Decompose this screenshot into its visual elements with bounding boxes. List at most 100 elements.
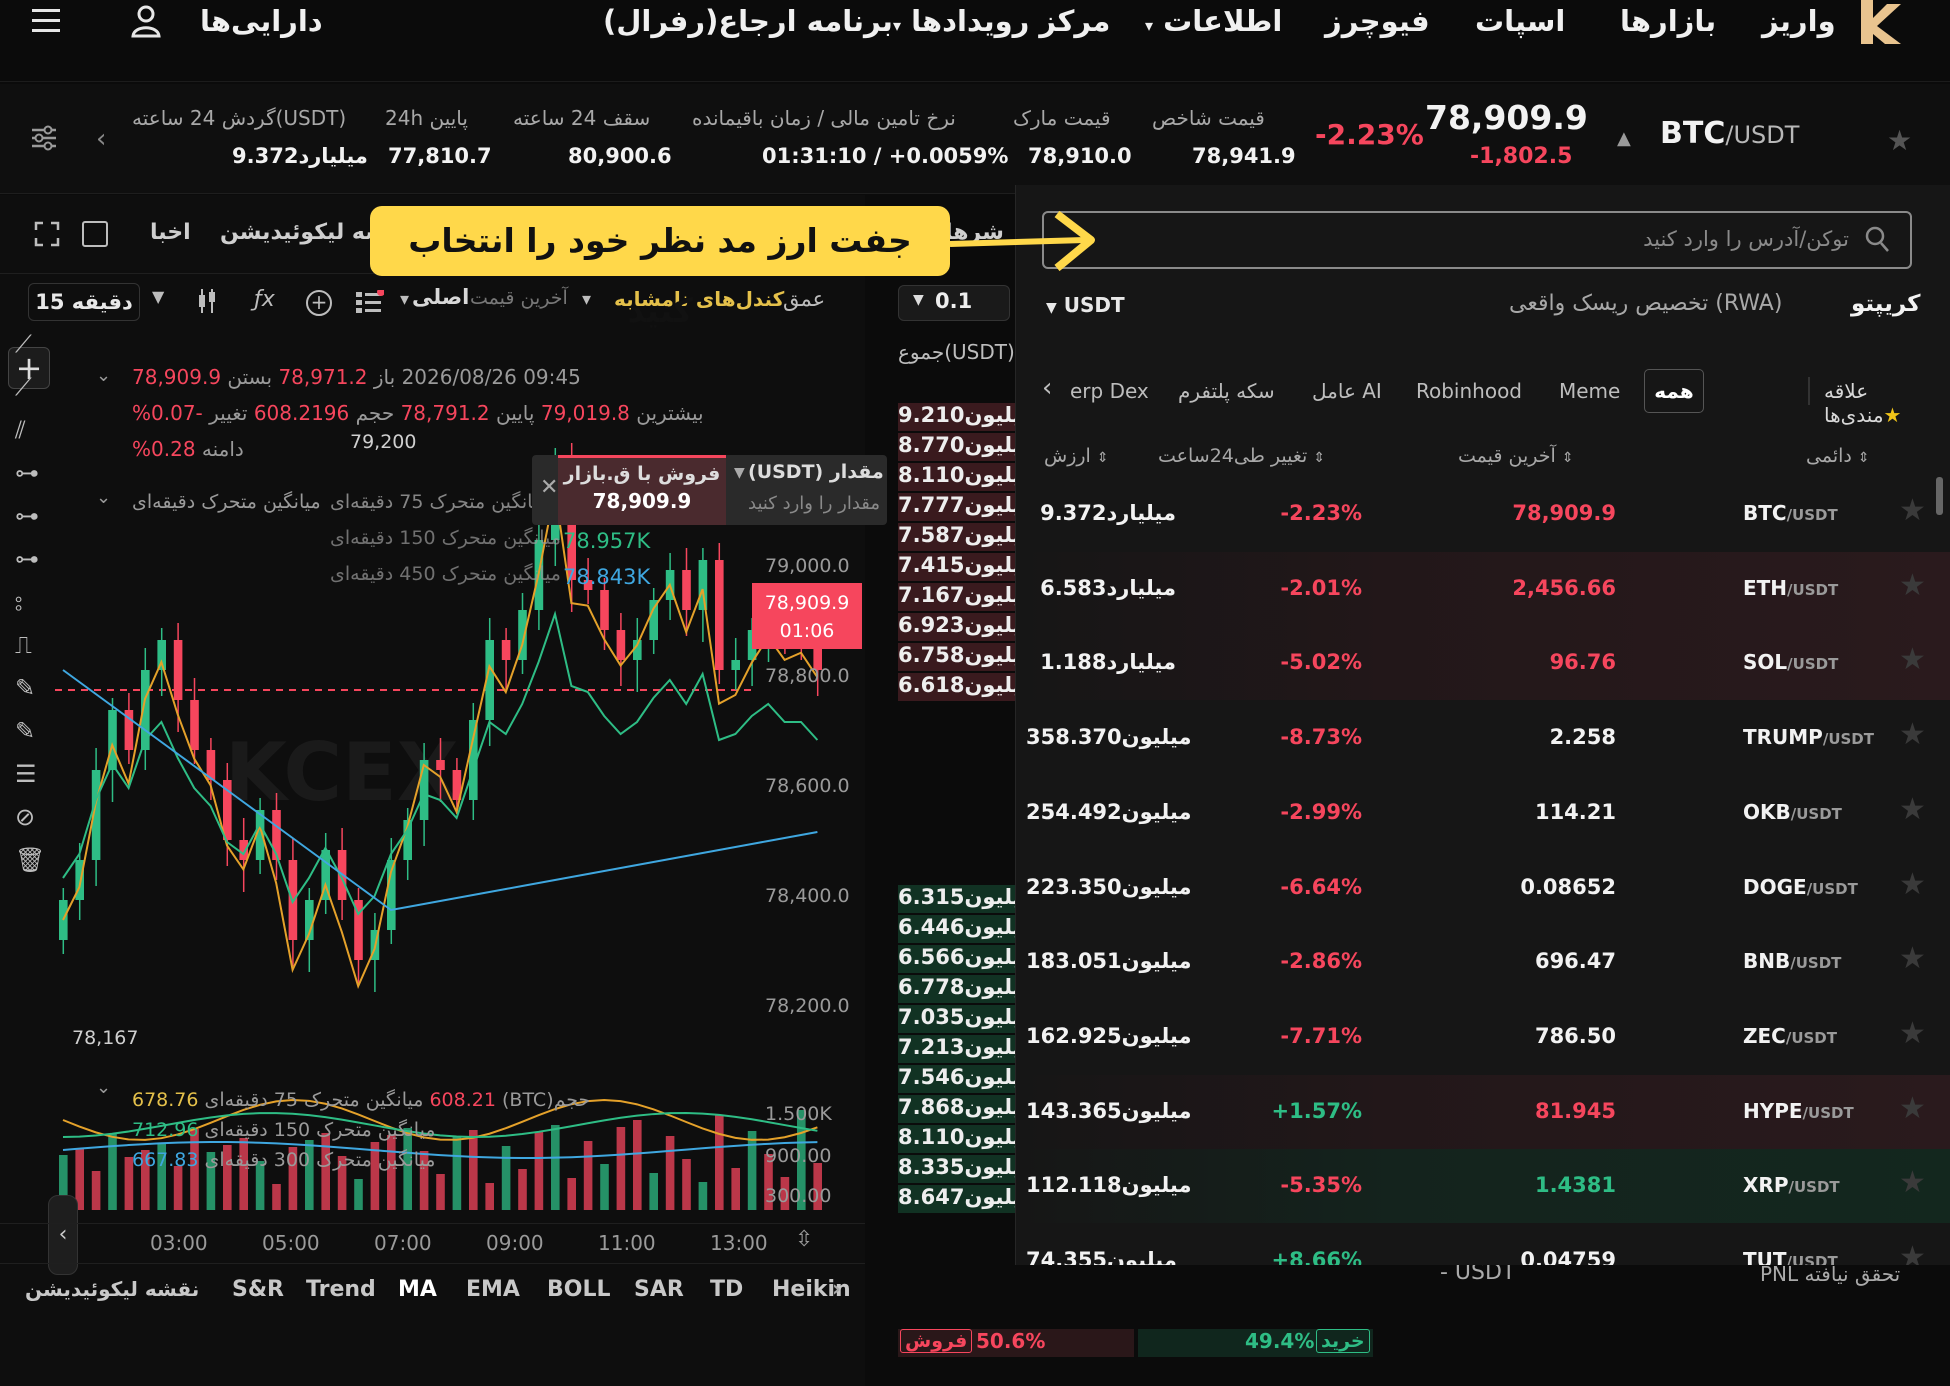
bid-row[interactable]: 7.213میلیون <box>898 1035 1015 1063</box>
chevron-down-icon[interactable]: ▼ <box>152 287 164 306</box>
nav-spot[interactable]: اسپات <box>1475 4 1565 38</box>
market-row[interactable]: ★ TUT/USDT 0.04759 +8.66% 74.355میلیون <box>1016 1224 1950 1266</box>
ask-row[interactable]: 9.210میلیون <box>898 403 1015 431</box>
checkbox[interactable] <box>82 221 108 247</box>
settings-sliders-icon[interactable] <box>30 124 58 156</box>
axis-scale-icon[interactable]: ⇳ <box>795 1227 813 1252</box>
ray-tool-icon[interactable]: ⟋ <box>15 373 32 401</box>
market-row[interactable]: ★ ETH/USDT 2,456.66 -2.01% 6.583میلیارد <box>1016 551 1950 626</box>
search-input[interactable]: توکن/آدرس را وارد کنید <box>1042 211 1912 269</box>
horizontal-line-tool-icon[interactable]: ⊶ <box>15 459 39 487</box>
tab-rwa[interactable]: تخصیص ریسک واقعی (RWA) <box>1509 291 1782 316</box>
tab-td[interactable]: TD <box>710 1277 743 1302</box>
ask-row[interactable]: 6.758میلیون <box>898 643 1015 671</box>
bid-row[interactable]: 8.647میلیون <box>898 1185 1015 1213</box>
tab-ma[interactable]: MA <box>398 1277 437 1302</box>
ask-row[interactable]: 6.923میلیون <box>898 613 1015 641</box>
add-icon[interactable]: + <box>306 290 332 316</box>
fullscreen-icon[interactable] <box>34 221 60 251</box>
filter-ai-agent[interactable]: عامل AI <box>1312 379 1382 403</box>
hamburger-menu-icon[interactable] <box>32 6 60 40</box>
scrollbar[interactable] <box>1936 477 1943 515</box>
trash-icon[interactable]: 🗑 <box>15 846 45 874</box>
star-icon[interactable]: ★ <box>1899 794 1927 824</box>
market-row[interactable]: ★ BNB/USDT 696.47 -2.86% 183.051میلیون <box>1016 925 1950 999</box>
bid-row[interactable]: 6.315میلیون <box>898 885 1015 913</box>
candle-type-icon[interactable] <box>196 287 218 319</box>
dropdown-icon[interactable]: ▾ <box>400 289 409 310</box>
bid-row[interactable]: 6.566میلیون <box>898 945 1015 973</box>
last-price-option[interactable]: آخرین قیمت <box>470 287 568 309</box>
horizontal-ray-tool-icon[interactable]: ⊶ <box>15 502 39 530</box>
price-range-tool-icon[interactable]: ⊶ <box>15 545 39 573</box>
tab-liquidation-map-bottom[interactable]: نقشه لیکوئیدیشن <box>25 1277 199 1301</box>
star-icon[interactable]: ★ <box>1899 720 1927 750</box>
ruler-tool-icon[interactable]: ⎍ <box>15 631 32 659</box>
ask-row[interactable]: 8.110میلیون <box>898 463 1015 491</box>
tab-news[interactable]: اخبا <box>150 220 191 245</box>
close-icon[interactable]: ✕ <box>540 475 558 500</box>
star-icon[interactable]: ★ <box>1899 869 1927 899</box>
nav-referral[interactable]: برنامه ارجاع(رفرال) <box>603 4 893 38</box>
bid-row[interactable]: 7.868میلیون <box>898 1095 1015 1123</box>
market-row[interactable]: ★ TRUMP/USDT 2.258 -8.73% 358.370میلیون <box>1016 701 1950 775</box>
header-perpetual[interactable]: دائمی ⇕ <box>1806 445 1870 467</box>
collapse-ohlc-icon[interactable]: ⌄ <box>96 365 111 386</box>
market-row[interactable]: ★ OKB/USDT 114.21 -2.99% 254.492میلیون <box>1016 776 1950 850</box>
bid-row[interactable]: 7.546میلیون <box>898 1065 1015 1093</box>
market-sell-button[interactable]: فروش با ق.بازار 78,909.9 <box>558 455 726 525</box>
ask-row[interactable]: 8.770میلیون <box>898 433 1015 461</box>
chevron-down-icon[interactable]: ▼ <box>734 465 745 481</box>
dropdown-icon[interactable]: ▾ <box>582 289 591 310</box>
bid-row[interactable]: 6.778میلیون <box>898 975 1015 1003</box>
ask-row[interactable]: 7.587میلیون <box>898 523 1015 551</box>
price-type-selector[interactable]: اصلی <box>412 285 469 309</box>
nav-events[interactable]: ▾ مرکز رویدادها <box>893 4 1110 38</box>
bid-row[interactable]: 8.110میلیون <box>898 1125 1015 1153</box>
quantity-input[interactable]: مقدار را وارد کنید <box>748 493 880 514</box>
filter-all[interactable]: همه <box>1644 369 1704 413</box>
filter-meme[interactable]: Meme <box>1559 379 1620 403</box>
header-change-24h[interactable]: تغییر طی24ساعت ⇕ <box>1158 445 1325 467</box>
star-icon[interactable]: ★ <box>1899 1018 1927 1048</box>
star-icon[interactable]: ★ <box>1899 1168 1927 1198</box>
trend-line-tool-icon[interactable]: ⟋ <box>15 330 32 358</box>
bid-row[interactable]: 7.035میلیون <box>898 1005 1015 1033</box>
tab-ema[interactable]: EMA <box>466 1277 520 1302</box>
nav-deposit[interactable]: واریز <box>1762 4 1836 38</box>
collapse-ma-icon[interactable]: ⌄ <box>96 487 111 508</box>
depth-tab[interactable]: عمق <box>783 287 825 311</box>
visibility-icon[interactable]: ⊘ <box>15 803 35 831</box>
filter-perp-dex[interactable]: erp Dex <box>1070 379 1149 403</box>
precision-selector[interactable]: ▼ 0.1 <box>898 285 1010 321</box>
nav-futures[interactable]: فیوچرز <box>1325 4 1430 38</box>
pattern-tool-icon[interactable]: ✎ <box>15 674 35 702</box>
filter-platform-coin[interactable]: سکه پلتفرم <box>1178 379 1275 403</box>
market-row[interactable]: ★ XRP/USDT 1.4381 -5.35% 112.118میلیون <box>1016 1149 1950 1224</box>
indicator-fx-icon[interactable]: ƒx <box>254 287 275 312</box>
filter-favorites[interactable]: علاقه مندی‌ها★ <box>1824 379 1950 427</box>
user-icon[interactable] <box>130 4 162 42</box>
filter-robinhood[interactable]: Robinhood <box>1416 379 1522 403</box>
star-icon[interactable]: ★ <box>1899 496 1927 526</box>
nav-info[interactable]: ▾ اطلاعات <box>1145 4 1282 38</box>
tab-sar[interactable]: SAR <box>634 1277 684 1302</box>
market-row[interactable]: ★ SOL/USDT 96.76 -5.02% 1.188میلیارد <box>1016 626 1950 701</box>
channel-tool-icon[interactable]: ⫽ <box>15 416 26 444</box>
caret-up-icon[interactable]: ▲ <box>1617 128 1631 149</box>
market-row[interactable]: ★ HYPE/USDT 81.945 +1.57% 143.365میلیون <box>1016 1074 1950 1149</box>
tab-boll[interactable]: BOLL <box>547 1277 611 1302</box>
text-tool-icon[interactable]: ☰ <box>15 760 37 788</box>
market-row[interactable]: ★ ZEC/USDT 786.50 -7.71% 162.925میلیون <box>1016 1000 1950 1074</box>
star-icon[interactable]: ★ <box>1899 570 1927 600</box>
ask-row[interactable]: 7.415میلیون <box>898 553 1015 581</box>
ask-row[interactable]: 7.777میلیون <box>898 493 1015 521</box>
tab-sr[interactable]: S&R <box>232 1277 284 1302</box>
favorite-star-icon[interactable]: ★ <box>1887 124 1912 157</box>
fib-tool-icon[interactable]: ✎ <box>15 717 35 745</box>
market-row[interactable]: ★ BTC/USDT 78,909.9 -2.23% 9.372میلیارد <box>1016 477 1950 551</box>
star-icon[interactable]: ★ <box>1899 944 1927 974</box>
header-last-price[interactable]: آخرین قیمت ⇕ <box>1458 445 1574 467</box>
nav-assets[interactable]: دارایی‌ها <box>200 4 323 38</box>
chevron-right-icon[interactable]: › <box>832 1277 841 1302</box>
